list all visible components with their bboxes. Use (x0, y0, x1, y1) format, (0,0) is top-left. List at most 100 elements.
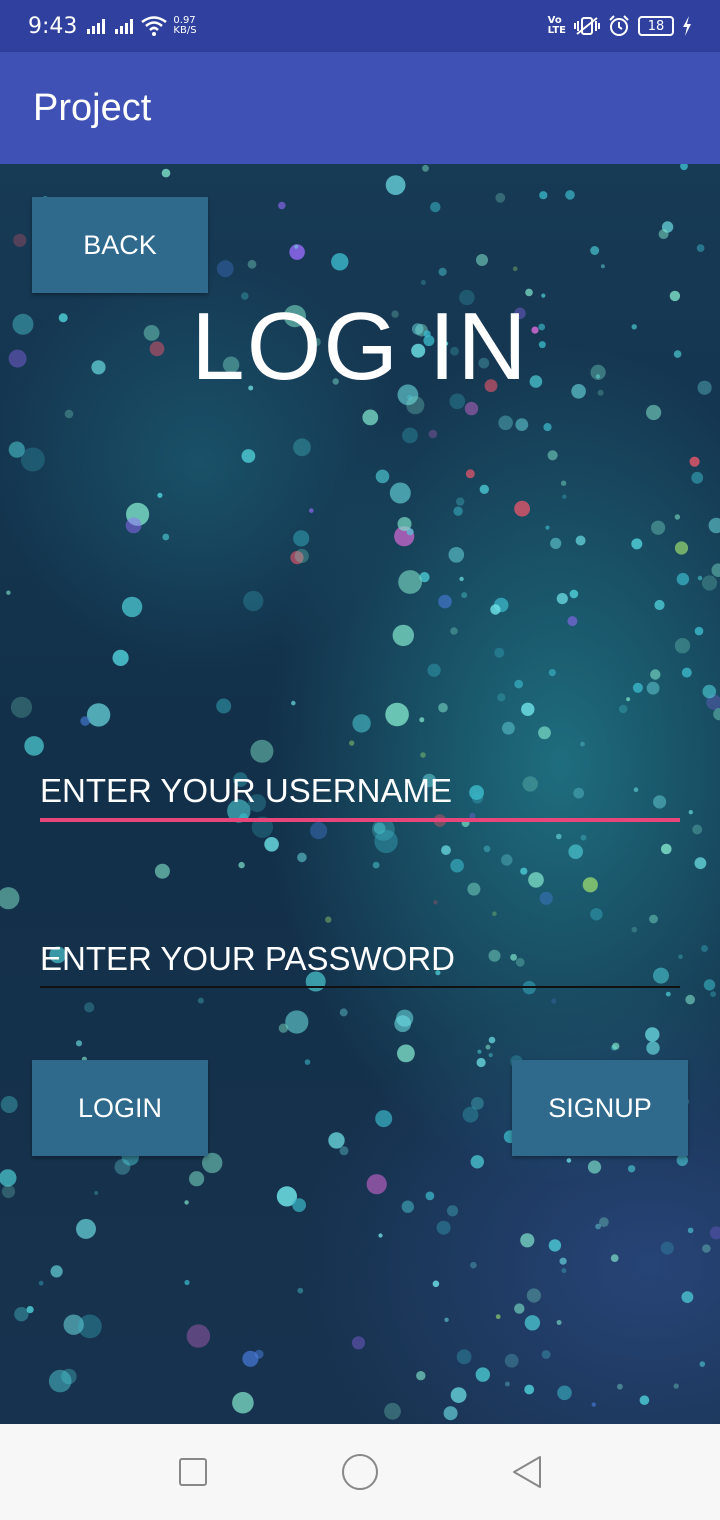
bokeh-dot (551, 998, 557, 1004)
bokeh-dot (471, 1097, 484, 1110)
bokeh-dot (432, 1280, 440, 1288)
bokeh-dot (389, 482, 411, 504)
bokeh-dot (448, 547, 465, 563)
bokeh-dot (561, 1268, 567, 1274)
home-button[interactable] (336, 1448, 384, 1496)
bokeh-dot (599, 1217, 609, 1227)
bokeh-dot (428, 429, 438, 439)
bokeh-dot (38, 1280, 44, 1286)
bokeh-dot (396, 1009, 414, 1027)
bokeh-dot (375, 469, 390, 484)
bokeh-dot (497, 693, 506, 702)
bokeh-dot (688, 810, 693, 815)
bokeh-dot (80, 716, 90, 726)
bokeh-dot (687, 1227, 694, 1234)
bokeh-dot (294, 548, 309, 564)
bokeh-dot (541, 1350, 551, 1359)
bokeh-dot (76, 1218, 96, 1239)
back-button[interactable]: BACK (32, 197, 208, 293)
bokeh-dot (189, 1171, 205, 1187)
bokeh-dot (548, 1239, 562, 1252)
bokeh-dot (711, 563, 720, 577)
bokeh-dot (385, 702, 409, 727)
bokeh-dot (349, 740, 355, 746)
bokeh-dot (618, 704, 628, 714)
bokeh-dot (694, 857, 707, 870)
bokeh-dot (568, 844, 583, 859)
back-nav-button[interactable] (503, 1448, 551, 1496)
bokeh-dot (673, 1383, 679, 1389)
bokeh-dot (420, 752, 426, 758)
bokeh-dot (422, 164, 429, 172)
bokeh-dot (591, 1402, 596, 1407)
bokeh-dot (710, 991, 716, 997)
bokeh-dot (651, 520, 666, 535)
bokeh-dot (646, 1041, 660, 1055)
bokeh-dot (374, 829, 398, 854)
vibrate-icon (574, 16, 600, 36)
bokeh-dot (580, 741, 585, 747)
bokeh-dot (639, 1395, 650, 1405)
bokeh-dot (697, 575, 703, 581)
username-field[interactable]: ENTER YOUR USERNAME (40, 772, 680, 822)
bokeh-dot (631, 538, 643, 550)
net-speed: 0.97 KB/S (173, 16, 196, 36)
signup-button[interactable]: SIGNUP (512, 1060, 688, 1156)
bokeh-dot (681, 667, 692, 678)
bokeh-dot (660, 1241, 674, 1255)
bokeh-dot (61, 1368, 77, 1385)
recents-button[interactable] (169, 1448, 217, 1496)
bokeh-dot (392, 624, 414, 647)
bokeh-dot (562, 494, 567, 499)
bokeh-dot (292, 1198, 306, 1212)
bokeh-dot (680, 164, 688, 171)
bokeh-dot (285, 1010, 309, 1034)
bokeh-dot (0, 887, 20, 910)
bokeh-dot (14, 1307, 29, 1322)
bokeh-dot (501, 854, 513, 866)
bokeh-dot (498, 415, 513, 431)
bokeh-dot (372, 861, 380, 869)
bokeh-dot (398, 570, 422, 594)
bokeh-dot (520, 1233, 535, 1248)
page-title: LOG IN (191, 293, 529, 400)
bokeh-dot (297, 852, 307, 863)
bokeh-dot (556, 1320, 562, 1325)
bokeh-dot (674, 514, 681, 520)
bokeh-dot (450, 1387, 467, 1403)
bokeh-dot (650, 669, 661, 680)
bokeh-dot (543, 423, 552, 432)
bokeh-dot (50, 1265, 63, 1278)
bokeh-dot (524, 1384, 535, 1395)
login-button[interactable]: LOGIN (32, 1060, 208, 1156)
bokeh-dot (264, 837, 279, 852)
bokeh-dot (470, 1261, 477, 1269)
bokeh-dot (450, 858, 464, 873)
bokeh-dot (626, 697, 631, 702)
bokeh-dot (453, 506, 463, 516)
bokeh-dot (495, 192, 506, 203)
bokeh-dot (470, 1155, 484, 1169)
bokeh-dot (331, 253, 349, 271)
app-bar: Project (0, 52, 720, 164)
bokeh-dot (0, 1169, 17, 1187)
bokeh-dot (112, 649, 129, 666)
bokeh-dot (575, 535, 586, 546)
bokeh-dot (703, 979, 716, 991)
bokeh-dot (526, 1288, 542, 1303)
bokeh-dot (528, 872, 544, 888)
password-field[interactable]: ENTER YOUR PASSWORD (40, 940, 680, 988)
bokeh-dot (441, 845, 451, 855)
bokeh-dot (658, 229, 669, 240)
bokeh-dot (582, 877, 598, 893)
bokeh-dot (681, 1291, 694, 1303)
bokeh-dot (154, 863, 170, 879)
bokeh-dot (184, 1200, 189, 1205)
bokeh-dot (699, 1361, 706, 1367)
bokeh-dot (243, 590, 264, 612)
bokeh-dot (20, 447, 45, 472)
bokeh-dot (494, 647, 505, 658)
bokeh-dot (709, 1226, 720, 1240)
bokeh-dot (216, 260, 234, 278)
bokeh-dot (419, 717, 425, 723)
